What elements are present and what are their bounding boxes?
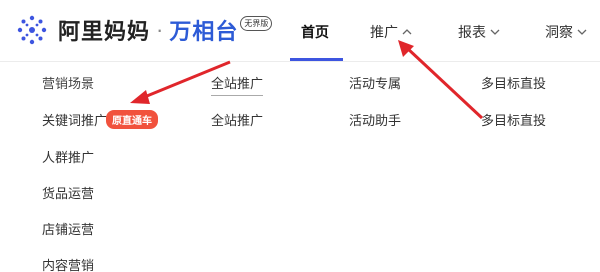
nav-tab-promotion[interactable]: 推广 (370, 22, 412, 42)
brand-name: 阿里妈妈 (58, 19, 151, 44)
chevron-up-icon (402, 29, 412, 35)
nav-tab-insights-label: 洞察 (545, 24, 573, 40)
menu-store-operation[interactable]: 店铺运营 (42, 219, 94, 238)
original-through-train-badge: 原直通车 (106, 110, 158, 129)
menu-fullsite-promotion-header[interactable]: 全站推广 (211, 73, 264, 96)
nav-tab-home[interactable]: 首页 (301, 22, 329, 42)
top-header: 阿里妈妈 · 万相台 无界版 首页 推广 报表 洞察 (0, 0, 600, 62)
menu-multi-target-direct-header[interactable]: 多目标直投 (481, 73, 546, 92)
active-tab-indicator (290, 58, 343, 61)
nav-tab-reports[interactable]: 报表 (458, 22, 500, 42)
menu-content-marketing[interactable]: 内容营销 (42, 255, 94, 272)
menu-crowd-promotion[interactable]: 人群推广 (42, 147, 94, 166)
nav-tab-insights[interactable]: 洞察 (545, 22, 587, 42)
nav-tab-promotion-label: 推广 (370, 24, 398, 40)
menu-goods-operation[interactable]: 货品运营 (42, 183, 94, 202)
menu-event-assistant[interactable]: 活动助手 (349, 110, 401, 129)
menu-fullsite-promotion[interactable]: 全站推广 (211, 110, 263, 129)
nav-tab-home-label: 首页 (301, 24, 329, 40)
alimama-logo-icon (17, 15, 47, 45)
edition-badge: 无界版 (240, 15, 273, 31)
product-name: 万相台 (169, 19, 239, 44)
promotion-dropdown-menu: 营销场景 关键词推广 人群推广 货品运营 店铺运营 内容营销 全站推广 全站推广… (0, 63, 600, 272)
menu-keyword-promotion[interactable]: 关键词推广 (42, 110, 107, 129)
brand-logo[interactable]: 阿里妈妈 · 万相台 无界版 (14, 12, 273, 48)
chevron-down-icon (577, 29, 587, 35)
menu-multi-target-direct[interactable]: 多目标直投 (481, 110, 546, 129)
nav-tab-reports-label: 报表 (458, 24, 486, 40)
menu-event-exclusive[interactable]: 活动专属 (349, 73, 401, 92)
chevron-down-icon (490, 29, 500, 35)
brand-separator: · (156, 17, 164, 42)
menu-marketing-scenes[interactable]: 营销场景 (42, 73, 94, 92)
